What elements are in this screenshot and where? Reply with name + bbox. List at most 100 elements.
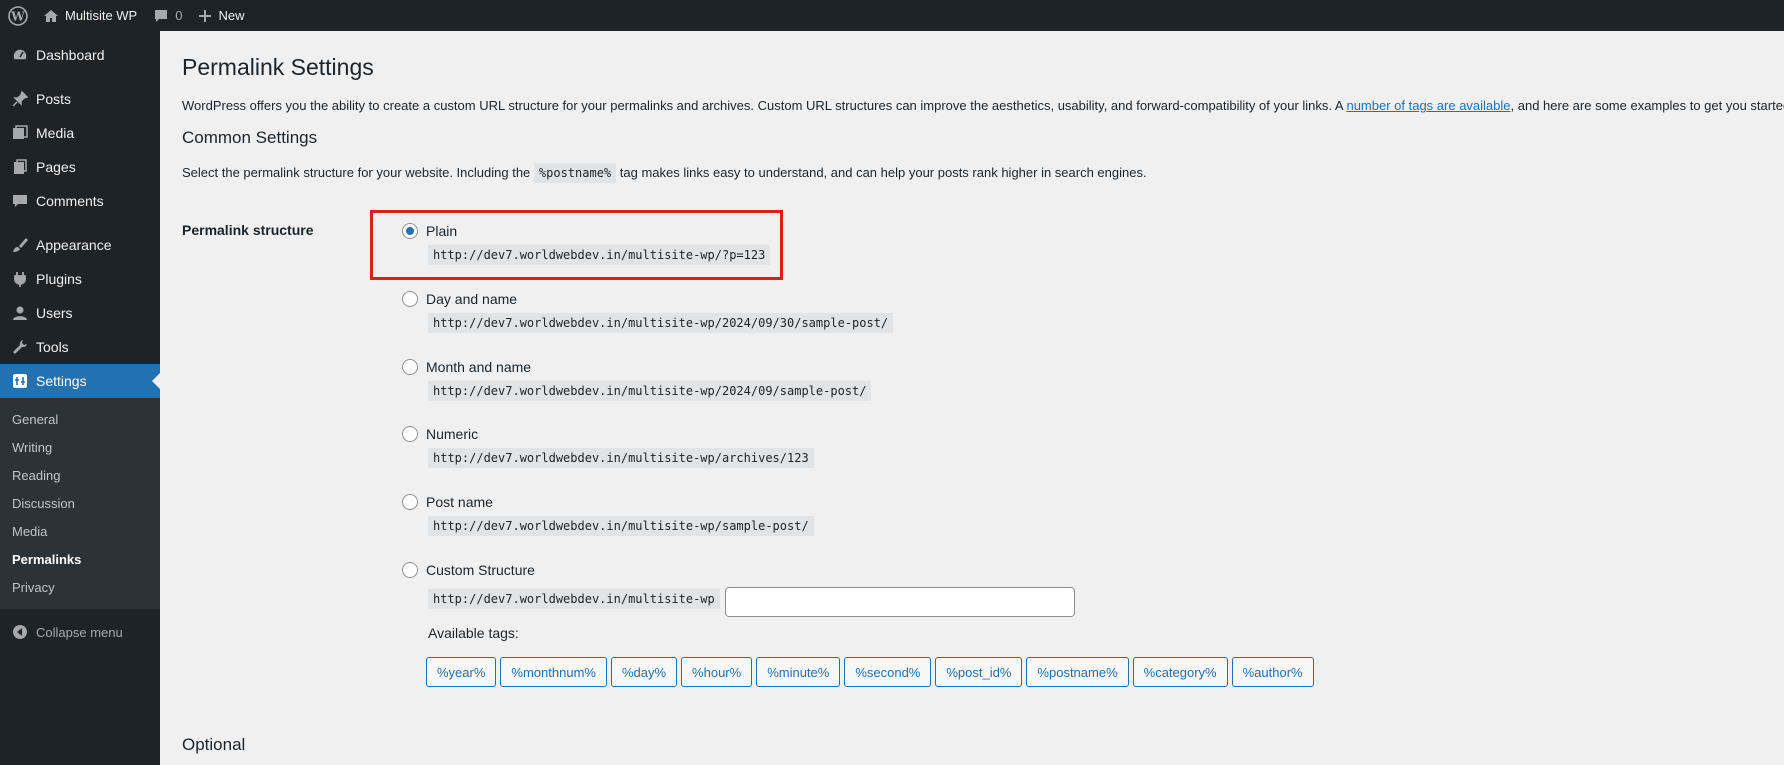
- submenu-reading[interactable]: Reading: [0, 461, 160, 489]
- menu-posts[interactable]: Posts: [0, 82, 160, 116]
- postname-code: %postname%: [533, 163, 617, 183]
- media-icon: [10, 123, 30, 143]
- pages-icon: [10, 157, 30, 177]
- submenu-permalinks[interactable]: Permalinks: [0, 545, 160, 573]
- menu-label: Settings: [36, 373, 87, 389]
- option-label-text: Numeric: [426, 426, 479, 442]
- collapse-menu-button[interactable]: Collapse menu: [0, 615, 160, 649]
- tag-postname-button[interactable]: %postname%: [1026, 657, 1129, 687]
- menu-tools[interactable]: Tools: [0, 330, 160, 364]
- option-month-and-name-url: http://dev7.worldwebdev.in/multisite-wp/…: [428, 381, 872, 401]
- intro-text-end: , and here are some examples to get you …: [1510, 98, 1784, 113]
- option-post-name: Post name http://dev7.worldwebdev.in/mul…: [402, 494, 814, 536]
- custom-structure-input[interactable]: [725, 587, 1075, 617]
- tag-hour-button[interactable]: %hour%: [681, 657, 753, 687]
- plug-icon: [10, 269, 30, 289]
- available-tags-label: Available tags:: [428, 625, 519, 641]
- option-numeric-url: http://dev7.worldwebdev.in/multisite-wp/…: [428, 448, 814, 468]
- option-label-text: Plain: [426, 223, 458, 239]
- option-plain-url: http://dev7.worldwebdev.in/multisite-wp/…: [428, 245, 771, 265]
- permalink-structure-label: Permalink structure: [182, 222, 314, 238]
- submenu-writing[interactable]: Writing: [0, 433, 160, 461]
- option-day-and-name-url: http://dev7.worldwebdev.in/multisite-wp/…: [428, 313, 894, 333]
- menu-label: Dashboard: [36, 47, 105, 63]
- user-icon: [10, 303, 30, 323]
- submenu-privacy[interactable]: Privacy: [0, 573, 160, 601]
- tag-monthnum-button[interactable]: %monthnum%: [500, 657, 607, 687]
- comments-count: 0: [175, 8, 183, 23]
- option-custom-structure-label[interactable]: Custom Structure: [402, 562, 720, 578]
- common-settings-heading: Common Settings: [182, 128, 318, 147]
- tag-year-button[interactable]: %year%: [426, 657, 497, 687]
- menu-users[interactable]: Users: [0, 296, 160, 330]
- new-content-link[interactable]: New: [190, 0, 252, 31]
- submenu-general[interactable]: General: [0, 405, 160, 433]
- menu-plugins[interactable]: Plugins: [0, 262, 160, 296]
- comment-bubble-icon: [153, 8, 169, 24]
- radio-custom-structure[interactable]: [402, 562, 418, 578]
- comments-link[interactable]: 0: [145, 0, 190, 31]
- radio-numeric[interactable]: [402, 426, 418, 442]
- admin-sidebar: Dashboard Posts Media Pages Comments App…: [0, 31, 160, 765]
- option-custom-structure: Custom Structure http://dev7.worldwebdev…: [402, 562, 720, 609]
- menu-label: Posts: [36, 91, 72, 107]
- menu-media[interactable]: Media: [0, 116, 160, 150]
- radio-post-name[interactable]: [402, 494, 418, 510]
- pin-icon: [10, 89, 30, 109]
- dashboard-icon: [10, 45, 30, 65]
- tag-post-id-button[interactable]: %post_id%: [935, 657, 1023, 687]
- tag-second-button[interactable]: %second%: [844, 657, 932, 687]
- collapse-label: Collapse menu: [36, 624, 123, 640]
- menu-settings[interactable]: Settings: [0, 364, 160, 398]
- option-numeric: Numeric http://dev7.worldwebdev.in/multi…: [402, 426, 814, 468]
- site-name: Multisite WP: [65, 8, 138, 23]
- radio-plain[interactable]: [402, 223, 418, 239]
- option-plain-label[interactable]: Plain: [402, 223, 770, 239]
- svg-text:W: W: [10, 9, 25, 23]
- settings-submenu: General Writing Reading Discussion Media…: [0, 398, 160, 609]
- common-settings-description: Select the permalink structure for your …: [182, 163, 1782, 183]
- option-label-text: Day and name: [426, 291, 518, 307]
- menu-appearance[interactable]: Appearance: [0, 228, 160, 262]
- menu-dashboard[interactable]: Dashboard: [0, 38, 160, 72]
- option-label-text: Month and name: [426, 359, 532, 375]
- tag-minute-button[interactable]: %minute%: [756, 657, 841, 687]
- menu-label: Media: [36, 125, 75, 141]
- collapse-arrow-icon: [10, 622, 30, 642]
- option-month-and-name-label[interactable]: Month and name: [402, 359, 871, 375]
- new-label: New: [218, 8, 245, 23]
- main-content: Permalink Settings WordPress offers you …: [182, 31, 1784, 183]
- menu-pages[interactable]: Pages: [0, 150, 160, 184]
- comment-icon: [10, 191, 30, 211]
- radio-day-and-name[interactable]: [402, 291, 418, 307]
- optional-heading: Optional: [182, 735, 246, 754]
- site-name-link[interactable]: Multisite WP: [35, 0, 145, 31]
- desc-text-end: tag makes links easy to understand, and …: [616, 165, 1147, 180]
- home-icon: [43, 8, 59, 24]
- intro-text: WordPress offers you the ability to crea…: [182, 97, 1784, 115]
- option-numeric-label[interactable]: Numeric: [402, 426, 814, 442]
- tag-category-button[interactable]: %category%: [1132, 657, 1228, 687]
- submenu-discussion[interactable]: Discussion: [0, 489, 160, 517]
- option-post-name-url: http://dev7.worldwebdev.in/multisite-wp/…: [428, 516, 814, 536]
- menu-comments[interactable]: Comments: [0, 184, 160, 218]
- option-custom-structure-url: http://dev7.worldwebdev.in/multisite-wp: [428, 589, 720, 609]
- admin-bar: W Multisite WP 0 New: [0, 0, 1784, 31]
- tag-day-button[interactable]: %day%: [610, 657, 678, 687]
- option-post-name-label[interactable]: Post name: [402, 494, 814, 510]
- menu-label: Appearance: [36, 237, 112, 253]
- radio-month-and-name[interactable]: [402, 359, 418, 375]
- intro-text-start: WordPress offers you the ability to crea…: [182, 98, 1347, 113]
- menu-label: Users: [36, 305, 73, 321]
- menu-label: Tools: [36, 339, 69, 355]
- option-month-and-name: Month and name http://dev7.worldwebdev.i…: [402, 359, 872, 401]
- option-day-and-name-label[interactable]: Day and name: [402, 291, 893, 307]
- menu-label: Plugins: [36, 271, 82, 287]
- option-day-and-name: Day and name http://dev7.worldwebdev.in/…: [402, 291, 894, 333]
- wordpress-logo-icon[interactable]: W: [0, 0, 35, 31]
- tags-available-link[interactable]: number of tags are available: [1346, 98, 1510, 113]
- option-plain: Plain http://dev7.worldwebdev.in/multisi…: [402, 223, 771, 265]
- submenu-media[interactable]: Media: [0, 517, 160, 545]
- tag-author-button[interactable]: %author%: [1231, 657, 1314, 687]
- available-tags-list: %year% %monthnum% %day% %hour% %minute% …: [426, 657, 1314, 687]
